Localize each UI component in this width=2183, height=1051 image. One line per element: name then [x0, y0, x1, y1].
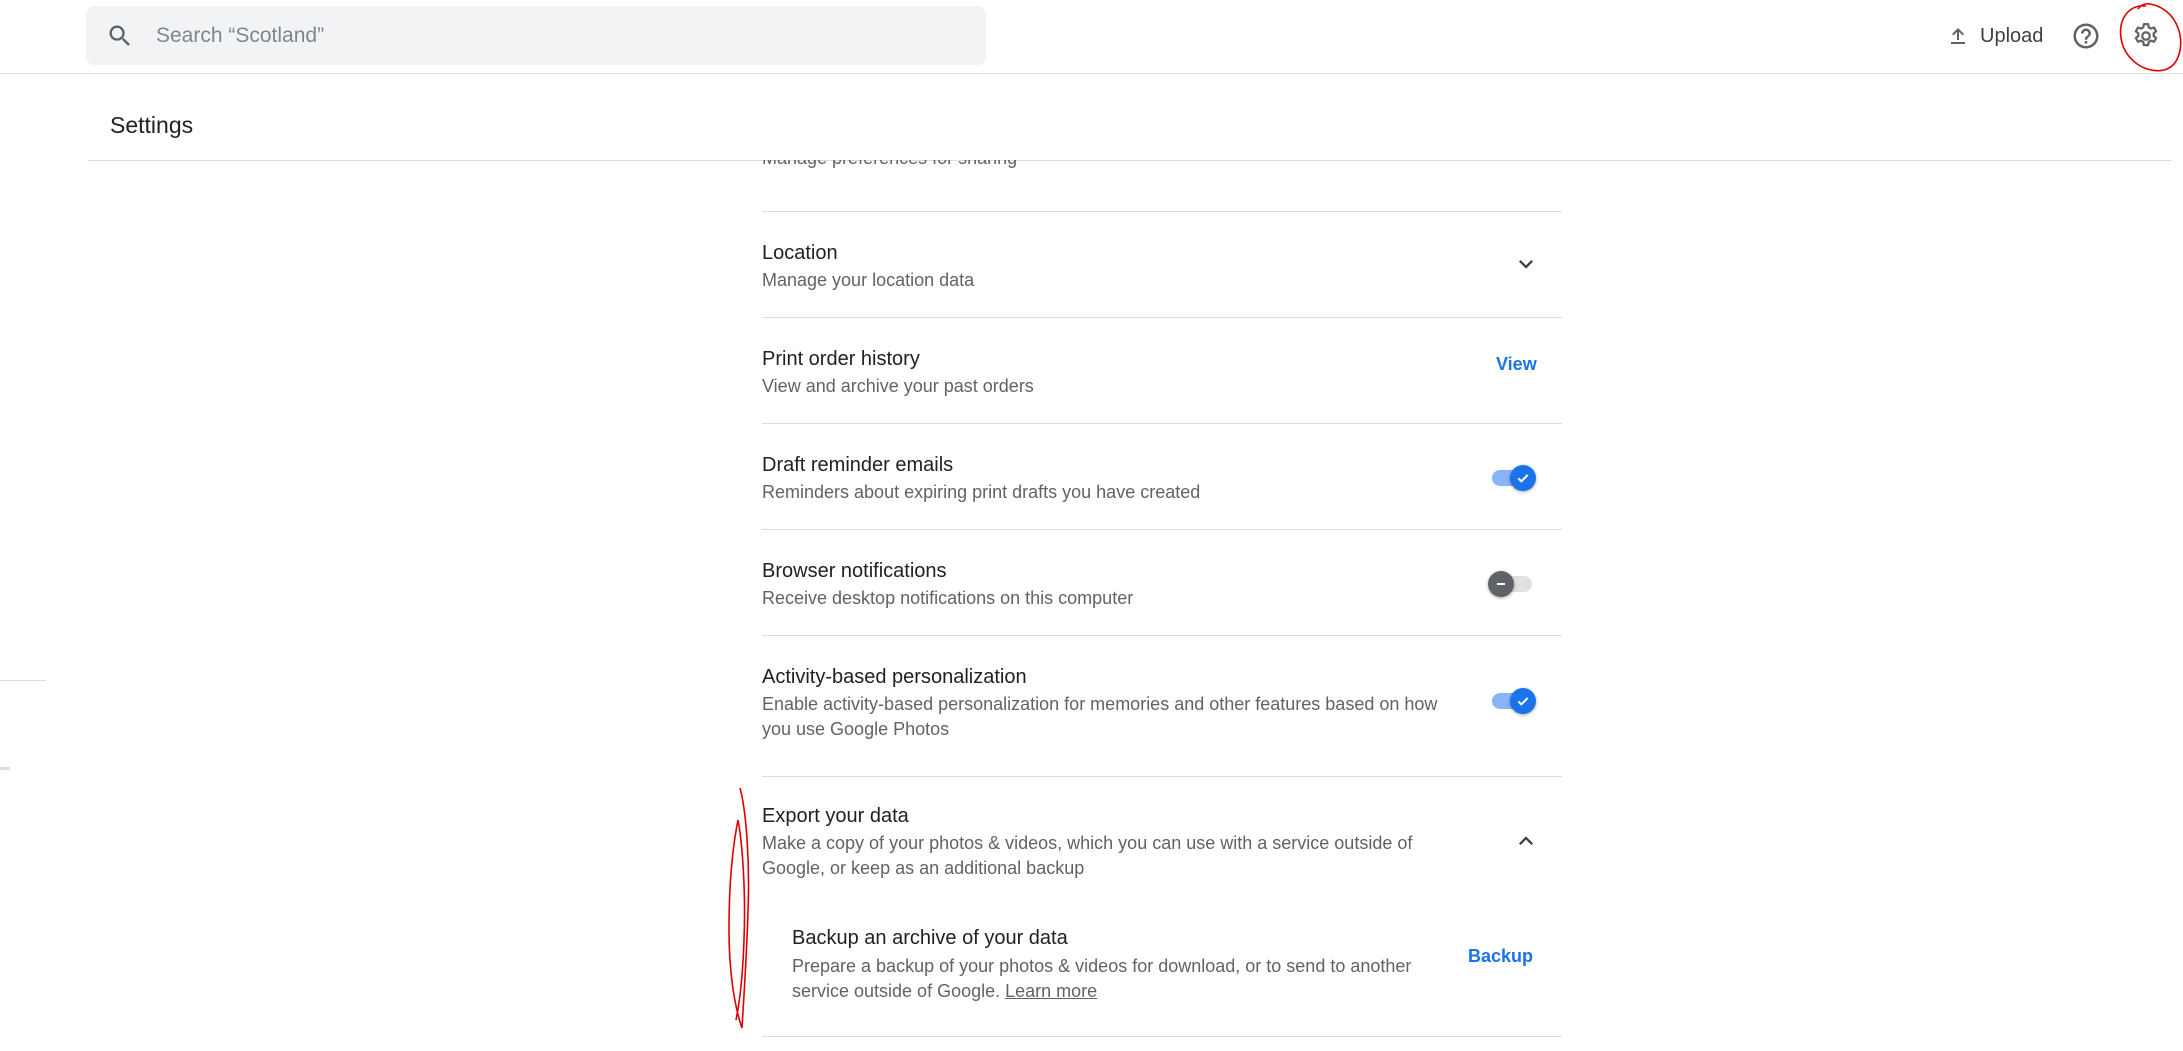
- sharing-subtitle: Manage preferences for sharing: [762, 160, 1017, 169]
- setting-title: Browser notifications: [762, 560, 947, 582]
- backup-button[interactable]: Backup: [1468, 946, 1533, 967]
- check-icon: [1517, 697, 1529, 706]
- chevron-down-icon[interactable]: [1512, 250, 1540, 278]
- browser-notifications-toggle[interactable]: [1488, 567, 1536, 599]
- search-input[interactable]: [156, 6, 956, 65]
- divider: [0, 767, 10, 770]
- help-circle-icon: [2073, 23, 2099, 49]
- page-title: Settings: [110, 112, 194, 138]
- subtitle-text: service outside of Google.: [792, 981, 1001, 1001]
- setting-subtitle: service outside of Google. Learn more: [792, 979, 1097, 1004]
- setting-subtitle: Prepare a backup of your photos & videos…: [792, 956, 1412, 976]
- toggle-thumb: [1488, 571, 1514, 597]
- draft-reminder-toggle[interactable]: [1488, 461, 1536, 493]
- setting-subtitle: View and archive your past orders: [762, 376, 1034, 396]
- setting-subtitle: Make a copy of your photos & videos, whi…: [762, 833, 1413, 853]
- annotation-mark: [728, 787, 750, 1029]
- setting-title: Print order history: [762, 348, 920, 370]
- settings-button[interactable]: [2127, 16, 2165, 56]
- setting-export-data[interactable]: Export your data Make a copy of your pho…: [762, 776, 1562, 1036]
- activity-personalization-toggle[interactable]: [1488, 684, 1536, 716]
- setting-title: Location: [762, 242, 838, 264]
- upload-icon: [1951, 28, 1965, 44]
- setting-draft-reminder-emails: Draft reminder emails Reminders about ex…: [762, 423, 1562, 529]
- setting-backup-archive: Backup an archive of your data Prepare a…: [792, 927, 1562, 1021]
- search-icon[interactable]: [106, 22, 134, 50]
- upload-button[interactable]: Upload: [1946, 16, 2043, 56]
- setting-subtitle: Google, or keep as an additional backup: [762, 858, 1085, 878]
- setting-title: Export your data: [762, 805, 909, 827]
- divider: [762, 1036, 1562, 1051]
- setting-subtitle: Reminders about expiring print drafts yo…: [762, 482, 1201, 502]
- check-icon: [1517, 474, 1529, 483]
- setting-print-order-history: Print order history View and archive you…: [762, 317, 1562, 423]
- setting-subtitle: Receive desktop notifications on this co…: [762, 588, 1134, 608]
- setting-subtitle: you use Google Photos: [762, 719, 950, 739]
- setting-location[interactable]: Location Manage your location data: [762, 211, 1562, 317]
- toggle-thumb: [1510, 465, 1536, 491]
- view-button[interactable]: View: [1496, 354, 1537, 375]
- setting-title: Backup an archive of your data: [792, 927, 1068, 949]
- setting-title: Activity-based personalization: [762, 666, 1027, 688]
- help-button[interactable]: [2069, 16, 2103, 56]
- learn-more-link[interactable]: Learn more: [1005, 981, 1097, 1001]
- settings-list: Manage preferences for sharing Location …: [762, 160, 1562, 1051]
- setting-browser-notifications: Browser notifications Receive desktop no…: [762, 529, 1562, 635]
- chevron-up-icon[interactable]: [1512, 827, 1540, 855]
- setting-title: Draft reminder emails: [762, 454, 954, 476]
- upload-label: Upload: [1980, 24, 2044, 47]
- search-box[interactable]: [86, 6, 986, 65]
- top-app-bar: Upload: [0, 0, 2183, 74]
- setting-activity-personalization: Activity-based personalization Enable ac…: [762, 635, 1562, 776]
- setting-subtitle: Enable activity-based personalization fo…: [762, 694, 1438, 714]
- toggle-thumb: [1510, 688, 1536, 714]
- divider: [0, 680, 46, 681]
- minus-icon: [1497, 583, 1505, 585]
- setting-subtitle: Manage your location data: [762, 270, 975, 290]
- gear-icon: [2134, 23, 2158, 47]
